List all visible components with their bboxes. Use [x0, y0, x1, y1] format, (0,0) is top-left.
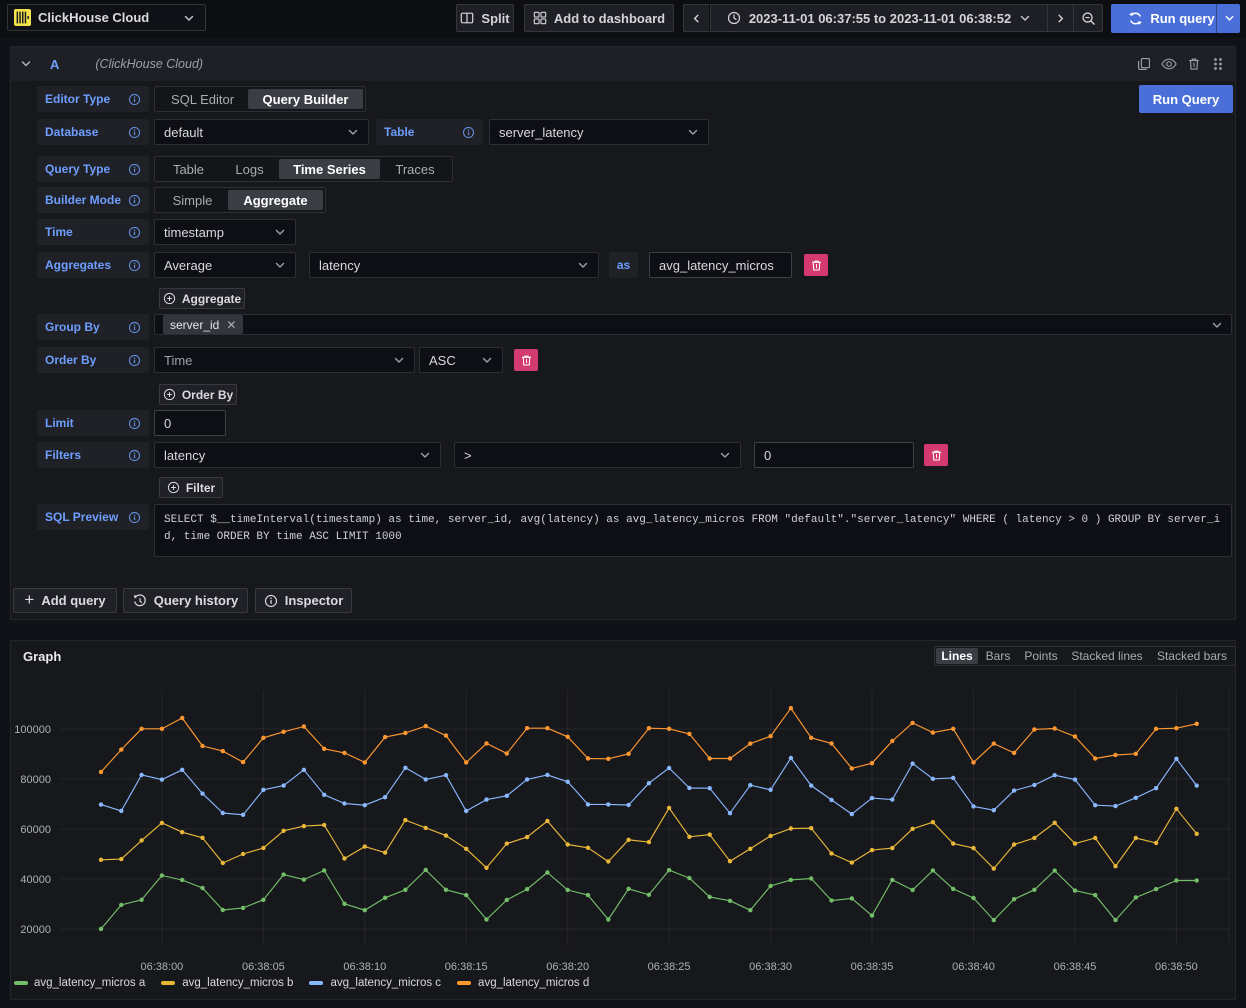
svg-text:100000: 100000 [14, 724, 51, 736]
svg-text:06:38:05: 06:38:05 [242, 961, 285, 973]
svg-text:06:38:30: 06:38:30 [749, 961, 792, 973]
svg-text:60000: 60000 [20, 824, 51, 836]
svg-text:06:38:20: 06:38:20 [546, 961, 589, 973]
svg-text:80000: 80000 [20, 774, 51, 786]
svg-text:06:38:00: 06:38:00 [140, 961, 183, 973]
svg-text:06:38:40: 06:38:40 [952, 961, 995, 973]
svg-text:06:38:50: 06:38:50 [1155, 961, 1198, 973]
svg-text:06:38:35: 06:38:35 [851, 961, 894, 973]
svg-text:06:38:10: 06:38:10 [343, 961, 386, 973]
svg-text:20000: 20000 [20, 924, 51, 936]
svg-text:06:38:25: 06:38:25 [648, 961, 691, 973]
svg-text:40000: 40000 [20, 874, 51, 886]
svg-text:06:38:45: 06:38:45 [1054, 961, 1097, 973]
svg-text:06:38:15: 06:38:15 [445, 961, 488, 973]
